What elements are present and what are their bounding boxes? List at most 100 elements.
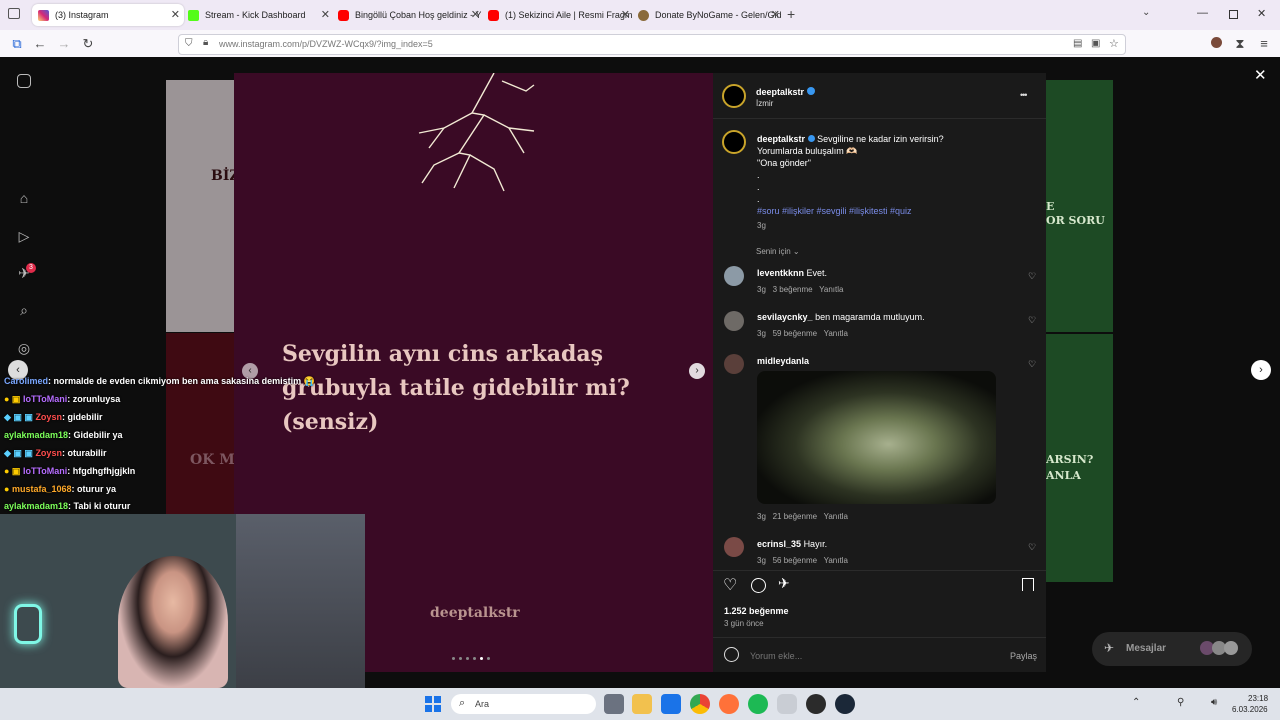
- chrome-icon[interactable]: [690, 694, 710, 714]
- profile-avatar[interactable]: [1207, 35, 1225, 53]
- like-comment-icon[interactable]: ♡: [1028, 271, 1036, 282]
- firefox-active-icon[interactable]: [777, 694, 797, 714]
- tab-overflow-icon[interactable]: ⌄: [1142, 7, 1150, 18]
- carousel-next-button[interactable]: ›: [689, 363, 705, 379]
- tab-instagram[interactable]: (3) Instagram ✕: [32, 4, 184, 26]
- close-tab-icon[interactable]: ✕: [621, 8, 630, 21]
- clock-time[interactable]: 23:18: [1248, 694, 1268, 703]
- url-bar[interactable]: ⛉ 🔒︎ www.instagram.com/p/DVZWZ-WCqx9/?im…: [178, 34, 1126, 55]
- tab-label: (3) Instagram: [55, 10, 109, 20]
- comment-avatar[interactable]: [724, 537, 744, 557]
- comment-username[interactable]: ecrinsl_35: [757, 539, 801, 549]
- reply-button[interactable]: Yanıtla: [824, 556, 848, 565]
- file-explorer-icon[interactable]: [632, 694, 652, 714]
- caption-avatar[interactable]: [722, 130, 746, 154]
- store-icon[interactable]: [661, 694, 681, 714]
- bookmark-star-icon[interactable]: ☆: [1109, 37, 1119, 50]
- start-button[interactable]: [425, 696, 441, 712]
- comment-icon[interactable]: [751, 578, 766, 593]
- close-tab-icon[interactable]: ✕: [771, 8, 780, 21]
- comment-meta: 3g 59 beğenme Yanıtla: [757, 329, 848, 338]
- forward-button[interactable]: →: [55, 35, 73, 53]
- comment-body: ecrinsl_35 Hayır.: [757, 539, 827, 549]
- search-icon[interactable]: ⌕: [16, 302, 32, 318]
- reply-button[interactable]: Yanıtla: [824, 512, 848, 521]
- like-comment-icon[interactable]: ♡: [1028, 315, 1036, 326]
- obs-icon[interactable]: [806, 694, 826, 714]
- explore-icon[interactable]: ◎: [16, 340, 32, 356]
- caption-age: 3g: [757, 221, 766, 230]
- tab-youtube-1[interactable]: Bingöllü Çoban Hoş geldiniz - Y ✕: [332, 4, 484, 26]
- comment-username[interactable]: midleydanla: [757, 356, 809, 366]
- extensions-icon[interactable]: ⧗: [1231, 35, 1249, 53]
- close-tab-icon[interactable]: ✕: [471, 8, 480, 21]
- comment-avatar[interactable]: [724, 354, 744, 374]
- comment-avatar[interactable]: [724, 311, 744, 331]
- reload-button[interactable]: ↻: [79, 35, 97, 53]
- comment-meta: 3g 56 beğenme Yanıtla: [757, 556, 848, 565]
- like-comment-icon[interactable]: ♡: [1028, 359, 1036, 370]
- like-count[interactable]: 1.252 beğenme: [724, 606, 789, 616]
- screenshot-icon[interactable]: ▣: [1091, 38, 1100, 49]
- back-button[interactable]: ←: [31, 35, 49, 53]
- like-comment-icon[interactable]: ♡: [1028, 542, 1036, 553]
- tab-youtube-2[interactable]: (1) Sekizinci Aile | Resmi Fragm ✕: [482, 4, 634, 26]
- comment-avatar[interactable]: [724, 266, 744, 286]
- spotify-icon[interactable]: [748, 694, 768, 714]
- comment-username[interactable]: sevilaycnky_: [757, 312, 813, 322]
- share-icon[interactable]: ✈: [778, 575, 790, 592]
- badge-icon: ● ▣: [4, 466, 23, 476]
- reader-view-icon[interactable]: ▤: [1073, 38, 1082, 49]
- comment-likes[interactable]: 21 beğenme: [773, 512, 817, 521]
- badge-icon: ◆ ▣ ▣: [4, 412, 36, 422]
- comment-image[interactable]: [757, 371, 996, 504]
- comment-likes[interactable]: 56 beğenme: [773, 556, 817, 565]
- maximize-button[interactable]: [1229, 10, 1238, 19]
- new-tab-button[interactable]: +: [787, 6, 795, 22]
- avatar: [1224, 641, 1238, 655]
- close-window-button[interactable]: ✕: [1257, 7, 1266, 20]
- sidebar-toggle-icon[interactable]: ⧉: [8, 35, 26, 53]
- comment-filter-dropdown[interactable]: Senin için ⌄: [756, 247, 800, 256]
- caption-username[interactable]: deeptalkstr: [757, 134, 805, 144]
- like-icon[interactable]: ♡: [723, 575, 737, 595]
- home-icon[interactable]: ⌂: [16, 190, 32, 206]
- more-options-icon[interactable]: •••: [1020, 90, 1028, 100]
- taskbar-search[interactable]: ⌕ Ara: [451, 694, 596, 714]
- network-icon[interactable]: ⚲: [1177, 697, 1184, 708]
- volume-icon[interactable]: 🔊︎: [1211, 697, 1217, 708]
- messages-button[interactable]: ✈ Mesajlar: [1092, 632, 1252, 666]
- minimize-button[interactable]: —: [1197, 7, 1208, 19]
- tab-list-icon[interactable]: [8, 8, 20, 19]
- instagram-logo-icon[interactable]: [16, 74, 32, 90]
- tray-chevron-icon[interactable]: ⌃: [1132, 697, 1140, 708]
- reply-button[interactable]: Yanıtla: [824, 329, 848, 338]
- share-button[interactable]: Paylaş: [1010, 651, 1037, 661]
- hashtags[interactable]: #soru #ilişkiler #sevgili #ilişkitesti #…: [757, 206, 912, 216]
- author-username[interactable]: deeptalkstr: [756, 87, 804, 97]
- author-avatar[interactable]: [722, 84, 746, 108]
- input-divider: [713, 637, 1046, 638]
- comment-likes[interactable]: 3 beğenme: [773, 285, 813, 294]
- reels-icon[interactable]: ▷: [16, 228, 32, 244]
- close-tab-icon[interactable]: ✕: [171, 8, 180, 21]
- steam-icon[interactable]: [835, 694, 855, 714]
- task-view-icon[interactable]: [604, 694, 624, 714]
- firefox-icon[interactable]: [719, 694, 739, 714]
- tab-bynogame[interactable]: Donate ByNoGame - Gelen/Gid ✕: [632, 4, 784, 26]
- next-post-button[interactable]: ›: [1251, 360, 1271, 380]
- close-tab-icon[interactable]: ✕: [321, 8, 330, 21]
- tab-kick[interactable]: Stream - Kick Dashboard ✕: [182, 4, 334, 26]
- clock-date[interactable]: 6.03.2026: [1232, 705, 1268, 714]
- emoji-icon[interactable]: [724, 647, 739, 662]
- post-location[interactable]: İzmir: [756, 99, 773, 108]
- close-modal-button[interactable]: ✕: [1254, 66, 1267, 84]
- comment-likes[interactable]: 59 beğenme: [773, 329, 817, 338]
- save-icon[interactable]: [1022, 578, 1034, 591]
- carousel-dots: [452, 657, 490, 660]
- webcam-overlay: [0, 514, 365, 688]
- reply-button[interactable]: Yanıtla: [819, 285, 843, 294]
- comment-username[interactable]: leventkknn: [757, 268, 804, 278]
- comment-input[interactable]: [748, 647, 1002, 665]
- menu-icon[interactable]: ≡: [1255, 35, 1273, 53]
